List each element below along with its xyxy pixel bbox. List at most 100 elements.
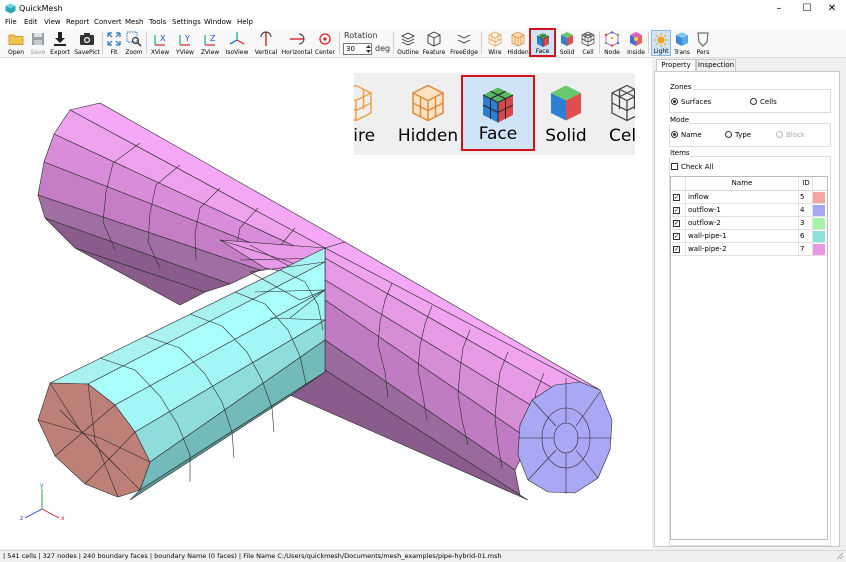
items-title: Items: [669, 149, 691, 157]
item-color-swatch[interactable]: [813, 218, 825, 229]
hidden-button[interactable]: Hidden: [507, 30, 529, 56]
wire-cube-icon: [488, 31, 502, 47]
minimize-button[interactable]: –: [765, 0, 793, 17]
property-tab-body: Zones Surfaces Cells Mode Name Type Bloc…: [654, 71, 840, 547]
item-name: outflow-1: [688, 206, 721, 214]
mode-type-radio[interactable]: Type: [725, 131, 751, 139]
app-logo-icon: [5, 3, 16, 14]
radio-dot: [725, 131, 732, 138]
savepict-button[interactable]: SavePict: [74, 30, 100, 56]
mode-name-radio[interactable]: Name: [671, 131, 702, 139]
axis-x-label: x: [61, 515, 65, 522]
menu-view[interactable]: View: [44, 18, 61, 26]
xview-button[interactable]: X XView: [149, 30, 171, 56]
table-row[interactable]: ✓ outflow-1 4: [671, 204, 827, 217]
sun-icon: [654, 33, 668, 47]
zones-cells-radio[interactable]: Cells: [750, 98, 777, 106]
radio-dot: [750, 98, 757, 105]
fit-arrows-icon: [107, 32, 121, 46]
menu-file[interactable]: File: [5, 18, 17, 26]
row-checkbox[interactable]: ✓: [673, 194, 680, 201]
isoview-button[interactable]: IsoView: [226, 30, 248, 56]
table-row[interactable]: ✓ wall-pipe-1 6: [671, 230, 827, 243]
menu-bar: File Edit View Report Convert Mesh Tools…: [0, 17, 846, 29]
item-color-swatch[interactable]: [813, 192, 825, 203]
menu-tools[interactable]: Tools: [149, 18, 166, 26]
horizontal-rotate-icon: [290, 33, 305, 45]
radio-dot: [776, 131, 783, 138]
zview-button[interactable]: Z ZView: [199, 30, 221, 56]
column-header-id[interactable]: ID: [799, 177, 813, 190]
column-header-name[interactable]: Name: [685, 177, 799, 190]
row-checkbox[interactable]: ✓: [673, 246, 680, 253]
zones-surfaces-radio[interactable]: Surfaces: [671, 98, 711, 106]
menu-settings[interactable]: Settings: [172, 18, 201, 26]
rotation-label: Rotation: [344, 31, 378, 40]
resize-grip-icon[interactable]: [836, 552, 844, 560]
camera-icon: [80, 33, 94, 45]
horizontal-button[interactable]: Horizontal: [282, 30, 312, 56]
face-cube-icon: [536, 33, 549, 47]
inside-button[interactable]: Inside: [625, 30, 647, 56]
vertical-button[interactable]: Vertical: [254, 30, 278, 56]
cell-button[interactable]: Cell: [578, 30, 598, 56]
menu-mesh[interactable]: Mesh: [125, 18, 143, 26]
window-title: QuickMesh: [19, 4, 63, 13]
axis-y-label: y: [40, 482, 44, 489]
menu-edit[interactable]: Edit: [24, 18, 38, 26]
pers-button[interactable]: Pers: [693, 30, 713, 56]
perspective-shield-icon: [697, 32, 709, 47]
menu-help[interactable]: Help: [237, 18, 253, 26]
menu-window[interactable]: Window: [204, 18, 232, 26]
item-color-swatch[interactable]: [813, 205, 825, 216]
check-all-checkbox[interactable]: Check All: [671, 163, 713, 171]
export-button[interactable]: Export: [49, 30, 71, 56]
close-button[interactable]: ✕: [818, 0, 846, 17]
svg-text:X: X: [160, 34, 166, 43]
zoom-button[interactable]: Zoom: [124, 30, 144, 56]
inset-face-icon: [482, 87, 514, 123]
item-id: 7: [800, 245, 805, 253]
node-cube-icon: [604, 31, 620, 47]
center-button[interactable]: Center: [314, 30, 336, 56]
zones-title: Zones: [669, 83, 693, 91]
tab-inspection[interactable]: Inspection: [696, 59, 736, 71]
download-icon: [54, 32, 66, 46]
app-window: QuickMesh – ☐ ✕ File Edit View Report Co…: [0, 0, 846, 562]
hidden-cube-icon: [511, 31, 525, 47]
inside-cube-icon: [630, 32, 642, 46]
zoom-box-icon: [126, 31, 142, 47]
svg-text:Y: Y: [184, 34, 190, 43]
item-id: 3: [800, 219, 805, 227]
transparent-cube-icon: [676, 32, 688, 46]
row-checkbox[interactable]: ✓: [673, 233, 680, 240]
floppy-icon: [32, 33, 44, 45]
menu-convert[interactable]: Convert: [94, 18, 122, 26]
row-checkbox[interactable]: ✓: [673, 207, 680, 214]
radio-dot: [671, 131, 678, 138]
table-row[interactable]: ✓ inflow 5: [671, 191, 827, 204]
cell-grid-icon: [581, 31, 595, 47]
table-row[interactable]: ✓ wall-pipe-2 7: [671, 243, 827, 256]
menu-report[interactable]: Report: [66, 18, 89, 26]
feature-button[interactable]: Feature: [423, 30, 445, 56]
outline-button[interactable]: Outline: [397, 30, 419, 56]
row-checkbox[interactable]: ✓: [673, 220, 680, 227]
rotation-spinner-icon[interactable]: [365, 43, 372, 55]
face-button[interactable]: Face: [529, 28, 556, 57]
item-color-swatch[interactable]: [813, 231, 825, 242]
maximize-button[interactable]: ☐: [793, 0, 821, 17]
folder-icon: [8, 34, 24, 45]
outline-layers-icon: [400, 32, 416, 46]
checkbox-box: [671, 163, 678, 170]
mode-title: Mode: [669, 116, 691, 124]
item-color-swatch[interactable]: [813, 244, 825, 255]
item-id: 4: [800, 206, 805, 214]
inset-hidden-icon: [412, 84, 444, 122]
freeedge-button[interactable]: FreeEdge: [450, 30, 478, 56]
inset-cell-button: Cel: [591, 75, 635, 151]
table-row[interactable]: ✓ outflow-2 3: [671, 217, 827, 230]
tab-property[interactable]: Property: [656, 59, 696, 71]
node-button[interactable]: Node: [602, 30, 622, 56]
yview-button[interactable]: Y YView: [174, 30, 196, 56]
